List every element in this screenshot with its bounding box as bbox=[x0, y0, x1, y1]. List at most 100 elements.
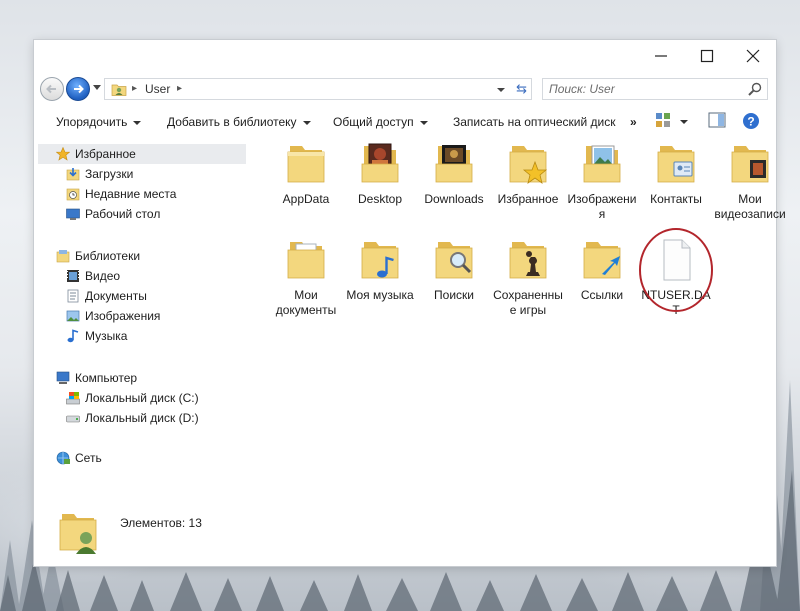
item-name: Поиски bbox=[434, 288, 474, 302]
search-box[interactable] bbox=[542, 78, 768, 100]
pictures-icon bbox=[66, 310, 80, 322]
maximize-icon bbox=[700, 49, 714, 63]
close-button[interactable] bbox=[730, 40, 776, 72]
back-arrow-icon bbox=[46, 84, 56, 94]
folder-item[interactable]: Контакты bbox=[640, 140, 712, 207]
videos-folder-icon bbox=[731, 146, 769, 183]
title-bar bbox=[34, 40, 776, 72]
preview-pane-icon[interactable] bbox=[708, 112, 726, 128]
user-folder-icon bbox=[111, 84, 127, 96]
sidebar-item-label: Локальный диск (C:) bbox=[85, 391, 199, 405]
sidebar-item-label: Локальный диск (D:) bbox=[85, 411, 199, 425]
sidebar-item-label: Документы bbox=[85, 289, 147, 303]
folder-item[interactable]: Desktop bbox=[344, 140, 416, 207]
drive-icon bbox=[66, 415, 80, 423]
item-name: Desktop bbox=[357, 192, 403, 206]
organize-menu[interactable]: Упорядочить bbox=[56, 115, 142, 129]
forward-arrow-icon bbox=[74, 84, 84, 94]
documents-folder-icon bbox=[287, 242, 325, 279]
chevron-down-icon bbox=[133, 120, 142, 125]
item-name: Мои документы bbox=[275, 288, 337, 317]
navigation-pane: Избранное Загрузки Недавние места Рабочи… bbox=[38, 144, 250, 474]
item-name: Сохраненные игры bbox=[493, 288, 563, 317]
sidebar-item-label: Рабочий стол bbox=[85, 207, 161, 221]
item-name: Избранное bbox=[497, 192, 559, 206]
recent-places-icon bbox=[66, 188, 80, 201]
address-bar[interactable]: ▸ User ▸ ⇆ bbox=[104, 78, 532, 100]
sidebar-favorites-label: Избранное bbox=[75, 147, 136, 161]
back-button[interactable] bbox=[40, 77, 64, 101]
svg-text:?: ? bbox=[747, 115, 754, 129]
folder-item[interactable]: Ссылки bbox=[566, 236, 638, 303]
sidebar-item-label: Изображения bbox=[85, 309, 161, 323]
organize-label: Упорядочить bbox=[56, 115, 128, 129]
item-name: Мои видеозаписи bbox=[714, 192, 786, 221]
folder-item[interactable]: Мои видеозаписи bbox=[714, 140, 786, 221]
file-item-ntuser[interactable]: NTUSER.DAT bbox=[639, 228, 713, 317]
folder-item[interactable]: AppData bbox=[270, 140, 342, 207]
system-drive-icon bbox=[66, 392, 80, 405]
folder-item[interactable]: Поиски bbox=[418, 236, 490, 303]
chevron-down-icon bbox=[302, 120, 311, 125]
desktop-icon bbox=[66, 208, 80, 220]
desktop-folder-icon bbox=[361, 143, 399, 183]
address-row: ▸ User ▸ ⇆ bbox=[34, 74, 776, 104]
breadcrumb-user[interactable]: User bbox=[145, 82, 170, 96]
downloads-folder-icon bbox=[435, 145, 473, 183]
search-input[interactable] bbox=[549, 81, 739, 97]
highlight-circle bbox=[639, 228, 713, 312]
sidebar-computer-label: Компьютер bbox=[75, 371, 138, 385]
change-view-icon[interactable] bbox=[655, 112, 671, 128]
network-icon bbox=[56, 451, 70, 465]
address-history-dropdown[interactable] bbox=[497, 88, 505, 92]
help-icon[interactable]: ? bbox=[742, 112, 760, 130]
recent-locations-dropdown[interactable] bbox=[93, 85, 101, 90]
folder-item[interactable]: Моя музыка bbox=[344, 236, 416, 303]
maximize-button[interactable] bbox=[684, 40, 730, 72]
more-commands-button[interactable]: » bbox=[630, 115, 637, 129]
folder-item[interactable]: Downloads bbox=[418, 140, 490, 207]
burn-button[interactable]: Записать на оптический диск bbox=[453, 115, 616, 129]
close-icon bbox=[746, 49, 760, 63]
downloads-icon bbox=[66, 168, 80, 181]
folder-icon bbox=[287, 146, 325, 183]
search-icon[interactable] bbox=[747, 81, 763, 97]
sidebar-item-label: Недавние места bbox=[85, 187, 177, 201]
item-count: Элементов: 13 bbox=[120, 516, 202, 530]
searches-folder-icon bbox=[435, 242, 473, 279]
computer-icon bbox=[56, 371, 70, 384]
sidebar-item-label: Видео bbox=[85, 269, 121, 283]
explorer-window: ▸ User ▸ ⇆ Упорядочить Добавить в библио… bbox=[34, 40, 786, 566]
add-to-library-menu[interactable]: Добавить в библиотеку bbox=[167, 115, 311, 129]
music-folder-icon bbox=[361, 242, 399, 279]
minimize-icon bbox=[655, 55, 667, 57]
sidebar-favorites-header[interactable]: Избранное bbox=[38, 144, 246, 164]
user-folder-large-icon bbox=[59, 514, 97, 554]
view-options-dropdown[interactable] bbox=[680, 120, 688, 124]
item-name: Контакты bbox=[650, 192, 702, 206]
share-menu[interactable]: Общий доступ bbox=[333, 115, 428, 129]
forward-button[interactable] bbox=[66, 77, 90, 101]
breadcrumb-separator-icon[interactable]: ▸ bbox=[177, 83, 182, 94]
breadcrumb-separator-icon: ▸ bbox=[132, 83, 138, 94]
file-list: AppData Desktop Downloads Избранное Изоб… bbox=[270, 140, 786, 440]
libraries-icon bbox=[56, 250, 70, 263]
command-bar: Упорядочить Добавить в библиотеку Общий … bbox=[34, 108, 776, 136]
folder-item[interactable]: Сохраненные игры bbox=[492, 236, 564, 317]
sidebar-network-label: Сеть bbox=[75, 451, 102, 465]
documents-icon bbox=[67, 289, 79, 303]
item-name: AppData bbox=[282, 192, 330, 206]
item-name: Downloads bbox=[424, 192, 484, 206]
share-label: Общий доступ bbox=[333, 115, 414, 129]
minimize-button[interactable] bbox=[638, 40, 684, 72]
folder-item[interactable]: Изображения bbox=[566, 140, 638, 221]
folder-item[interactable]: Мои документы bbox=[270, 236, 342, 317]
item-name: Моя музыка bbox=[346, 288, 414, 302]
details-pane: Элементов: 13 bbox=[34, 500, 776, 564]
saved-games-folder-icon bbox=[509, 242, 547, 279]
folder-item[interactable]: Избранное bbox=[492, 140, 564, 207]
links-folder-icon bbox=[583, 242, 621, 279]
refresh-icon[interactable]: ⇆ bbox=[516, 81, 527, 97]
pictures-folder-icon bbox=[583, 145, 621, 183]
favorites-folder-icon bbox=[509, 146, 548, 184]
